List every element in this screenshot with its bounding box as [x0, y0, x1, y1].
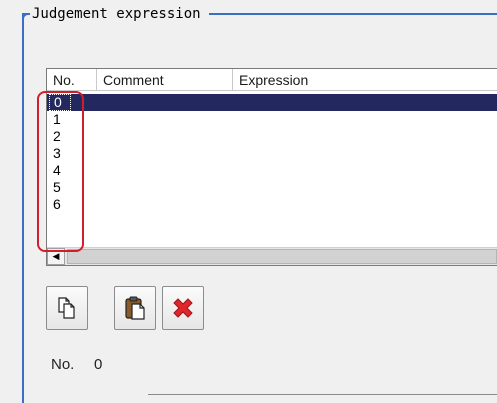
column-header-no[interactable]: No. — [47, 69, 97, 91]
column-header-comment[interactable]: Comment — [97, 69, 233, 91]
table-row[interactable]: 1 — [47, 111, 497, 128]
table-row[interactable]: 3 — [47, 145, 497, 162]
copy-icon — [58, 297, 75, 319]
table-row[interactable]: 6 — [47, 196, 497, 213]
group-box-left-border — [22, 13, 24, 403]
row-number: 3 — [53, 145, 61, 161]
group-box-corner — [22, 13, 30, 21]
selected-number-label: No. — [51, 356, 75, 373]
table-row[interactable]: 0 — [47, 94, 497, 111]
selected-number-value: 0 — [94, 356, 103, 373]
row-number: 4 — [53, 162, 61, 178]
list-header: No. Comment Expression — [47, 69, 497, 91]
expression-list[interactable]: No. Comment Expression 0 1 2 3 4 5 6 ◀ — [46, 68, 497, 266]
horizontal-scrollbar[interactable]: ◀ — [47, 247, 497, 265]
group-box-title: Judgement expression — [30, 4, 209, 24]
scroll-left-arrow-icon[interactable]: ◀ — [47, 248, 65, 265]
table-row[interactable]: 5 — [47, 179, 497, 196]
row-number: 0 — [49, 94, 71, 111]
delete-button[interactable] — [162, 286, 204, 330]
paste-icon — [125, 296, 145, 320]
row-number: 6 — [53, 196, 61, 212]
column-header-expression[interactable]: Expression — [233, 69, 497, 91]
table-row[interactable]: 4 — [47, 162, 497, 179]
divider — [148, 394, 497, 395]
table-row[interactable]: 2 — [47, 128, 497, 145]
delete-icon — [173, 298, 193, 318]
row-number: 5 — [53, 179, 61, 195]
paste-button[interactable] — [114, 286, 156, 330]
row-number: 1 — [53, 111, 61, 127]
copy-button[interactable] — [46, 286, 88, 330]
list-rows: 0 1 2 3 4 5 6 — [47, 94, 497, 213]
scrollbar-thumb[interactable] — [67, 249, 497, 264]
row-number: 2 — [53, 128, 61, 144]
